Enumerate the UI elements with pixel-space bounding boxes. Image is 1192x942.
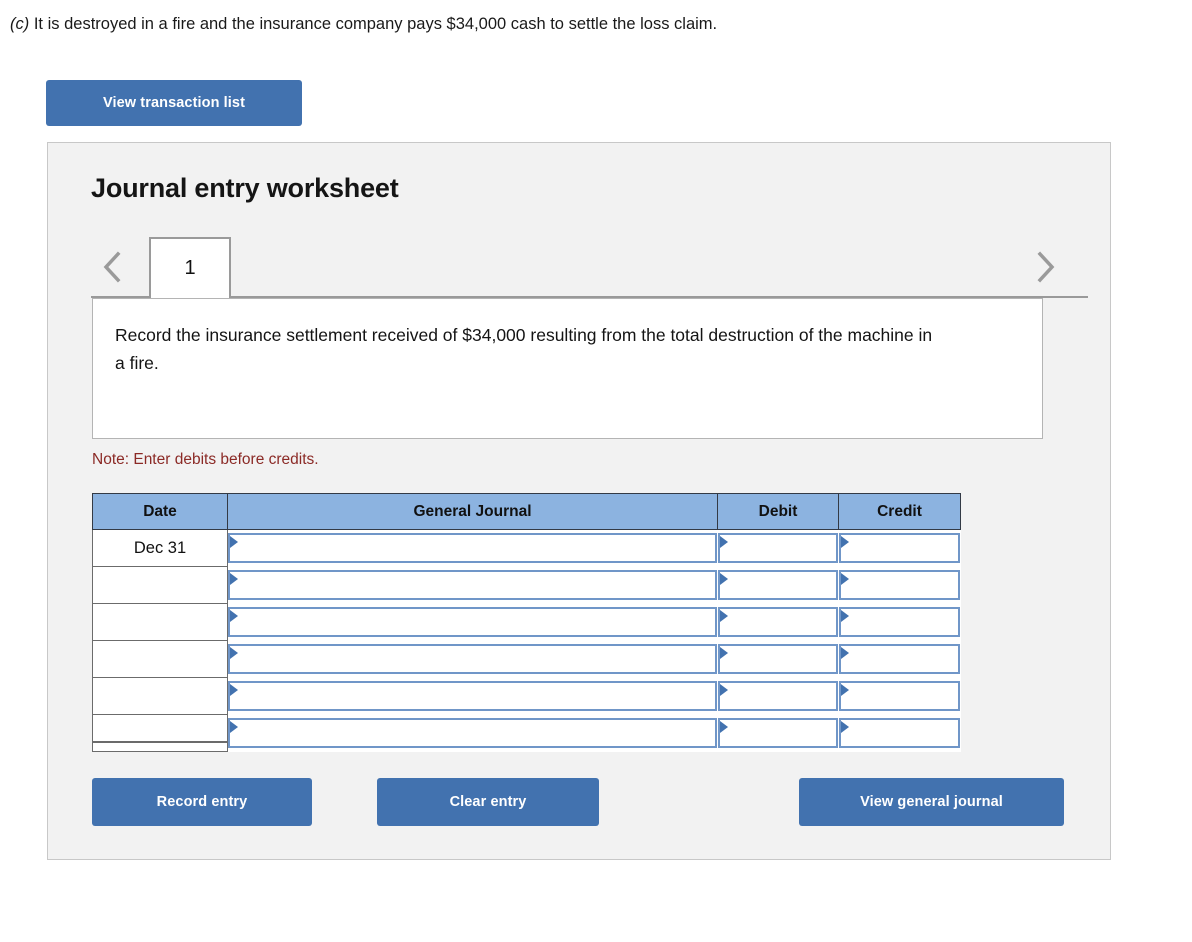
account-dropdown-4[interactable] (228, 681, 717, 711)
record-entry-button[interactable]: Record entry (92, 778, 312, 826)
table-header-row: Date General Journal Debit Credit (92, 493, 961, 530)
table-row (92, 714, 961, 752)
transaction-description-text: Record the insurance settlement received… (115, 325, 933, 373)
table-bottom-rule (92, 741, 227, 743)
view-general-journal-button[interactable]: View general journal (799, 778, 1064, 826)
credit-field-4[interactable] (838, 681, 960, 711)
debit-field-5[interactable] (717, 718, 838, 748)
credit-input[interactable] (838, 529, 961, 567)
column-header-date: Date (92, 493, 228, 530)
credit-field-0[interactable] (838, 533, 960, 564)
debit-field-2[interactable] (717, 607, 838, 637)
date-cell[interactable] (92, 603, 228, 641)
date-cell[interactable] (92, 640, 228, 678)
debit-field-3[interactable] (717, 644, 838, 674)
worksheet-tab-strip: 1 (48, 236, 1110, 298)
account-dropdown-3[interactable] (228, 644, 717, 674)
table-row (92, 603, 961, 641)
chevron-right-icon[interactable] (1026, 246, 1066, 288)
table-row (92, 640, 961, 678)
general-journal-account-input[interactable] (227, 566, 718, 604)
debit-field-1[interactable] (717, 570, 838, 600)
general-journal-account-input[interactable] (227, 603, 718, 641)
account-dropdown-2[interactable] (228, 607, 717, 637)
column-header-general-journal: General Journal (227, 493, 718, 530)
general-journal-account-input[interactable] (227, 677, 718, 715)
credit-input[interactable] (838, 640, 961, 678)
worksheet-tab-1-label: 1 (184, 257, 196, 279)
chevron-left-icon[interactable] (92, 246, 132, 288)
credit-input[interactable] (838, 714, 961, 752)
table-row: Dec 31 (92, 529, 961, 567)
account-dropdown-1[interactable] (228, 570, 717, 600)
debit-field-4[interactable] (717, 681, 838, 711)
clear-entry-button[interactable]: Clear entry (377, 778, 599, 826)
column-header-debit: Debit (717, 493, 839, 530)
date-cell[interactable] (92, 714, 228, 752)
debit-input[interactable] (717, 566, 839, 604)
credit-field-5[interactable] (838, 718, 960, 748)
credit-input[interactable] (838, 566, 961, 604)
worksheet-title: Journal entry worksheet (91, 173, 399, 203)
account-dropdown-0[interactable] (228, 533, 717, 564)
debit-input[interactable] (717, 603, 839, 641)
credit-field-2[interactable] (838, 607, 960, 637)
general-journal-account-input[interactable] (227, 529, 718, 567)
question-text: It is destroyed in a fire and the insura… (29, 15, 718, 33)
general-journal-account-input[interactable] (227, 640, 718, 678)
debit-input[interactable] (717, 529, 839, 567)
debit-input[interactable] (717, 677, 839, 715)
account-dropdown-5[interactable] (228, 718, 717, 748)
date-cell[interactable]: Dec 31 (92, 529, 228, 567)
question-letter: (c) (10, 15, 30, 33)
credit-input[interactable] (838, 603, 961, 641)
transaction-description-box: Record the insurance settlement received… (92, 298, 1043, 439)
journal-entry-worksheet-panel: Journal entry worksheet 1 Record the ins… (47, 142, 1111, 860)
worksheet-tab-1[interactable]: 1 (149, 237, 231, 298)
credit-field-1[interactable] (838, 570, 960, 600)
debit-input[interactable] (717, 714, 839, 752)
question-prompt: (c) It is destroyed in a fire and the in… (10, 12, 717, 36)
date-cell[interactable] (92, 566, 228, 604)
journal-entry-table: Date General Journal Debit Credit Dec 31 (92, 493, 961, 752)
column-header-credit: Credit (838, 493, 961, 530)
credit-field-3[interactable] (838, 644, 960, 674)
table-row (92, 677, 961, 715)
general-journal-account-input[interactable] (227, 714, 718, 752)
debit-field-0[interactable] (717, 533, 838, 564)
debit-input[interactable] (717, 640, 839, 678)
date-cell[interactable] (92, 677, 228, 715)
debits-before-credits-note: Note: Enter debits before credits. (92, 451, 319, 468)
credit-input[interactable] (838, 677, 961, 715)
view-transaction-list-button[interactable]: View transaction list (46, 80, 302, 126)
table-row (92, 566, 961, 604)
